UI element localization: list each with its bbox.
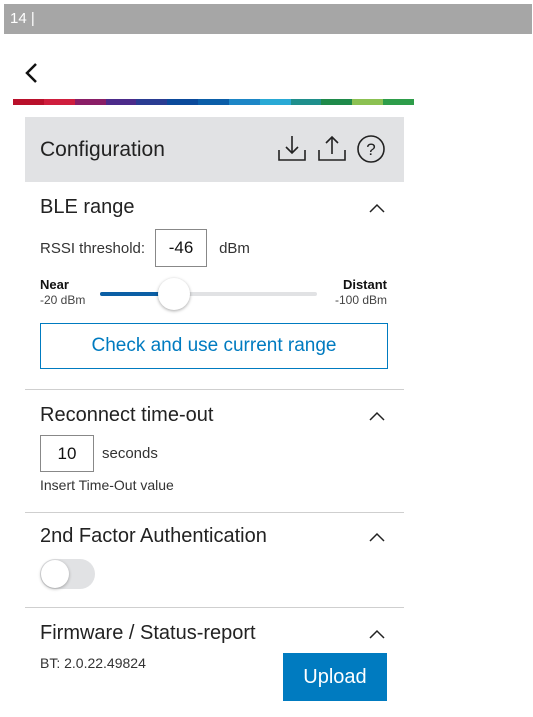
rssi-threshold-input[interactable]: -46 <box>155 229 208 267</box>
two-factor-title: 2nd Factor Authentication <box>40 525 267 547</box>
stripe-segment <box>105 99 137 105</box>
upload-icon[interactable] <box>316 134 348 164</box>
chevron-up-icon[interactable] <box>368 628 386 640</box>
two-factor-toggle[interactable] <box>40 559 95 589</box>
page-header: 14 | <box>4 4 532 34</box>
configuration-panel: Configuration ? BLE range RSSI threshold… <box>25 117 404 390</box>
stripe-segment <box>43 99 75 105</box>
rssi-threshold-label: RSSI threshold: <box>40 239 146 257</box>
chevron-up-icon[interactable] <box>368 410 386 422</box>
near-label: Near <box>40 277 69 292</box>
two-factor-section: 2nd Factor Authentication <box>25 512 404 607</box>
chevron-left-icon <box>25 63 37 83</box>
rssi-slider[interactable] <box>100 278 317 310</box>
stripe-segment <box>13 99 44 105</box>
download-icon[interactable] <box>276 134 308 164</box>
ble-range-title: BLE range <box>40 196 135 218</box>
firmware-title: Firmware / Status-report <box>40 622 256 644</box>
firmware-section: Firmware / Status-report BT: 2.0.22.4982… <box>25 607 404 702</box>
stripe-segment <box>167 99 199 105</box>
chevron-up-icon[interactable] <box>368 531 386 543</box>
timeout-input[interactable]: 10 <box>40 435 94 472</box>
rssi-unit-label: dBm <box>219 239 250 257</box>
near-value: -20 dBm <box>40 293 86 307</box>
timeout-hint: Insert Time-Out value <box>40 477 174 493</box>
back-button[interactable] <box>22 60 44 88</box>
rssi-slider-thumb[interactable] <box>157 278 190 310</box>
stripe-segment <box>352 99 384 105</box>
page-number: 14 | <box>10 10 35 27</box>
stripe-segment <box>136 99 168 105</box>
stripe-segment <box>259 99 291 105</box>
help-icon[interactable]: ? <box>356 134 386 164</box>
stripe-segment <box>74 99 106 105</box>
stripe-segment <box>321 99 353 105</box>
stripe-segment <box>228 99 260 105</box>
distant-value: -100 dBm <box>334 293 387 307</box>
svg-text:?: ? <box>366 140 375 159</box>
toggle-knob <box>41 560 69 588</box>
reconnect-timeout-section: Reconnect time-out 10 seconds Insert Tim… <box>25 389 404 512</box>
ble-range-section: BLE range RSSI threshold: -46 dBm Near -… <box>25 182 404 390</box>
distant-label: Distant <box>342 277 387 292</box>
brand-color-stripe <box>13 99 414 105</box>
reconnect-timeout-title: Reconnect time-out <box>40 404 214 426</box>
stripe-segment <box>198 99 229 105</box>
stripe-segment <box>290 99 322 105</box>
configuration-title: Configuration <box>40 137 165 161</box>
timeout-unit-label: seconds <box>102 445 158 462</box>
chevron-up-icon[interactable] <box>368 202 386 214</box>
bt-version: BT: 2.0.22.49824 <box>40 655 146 671</box>
stripe-segment <box>383 99 414 105</box>
upload-button[interactable]: Upload <box>283 653 387 701</box>
check-range-button[interactable]: Check and use current range <box>40 323 388 369</box>
configuration-header: Configuration ? <box>25 117 404 182</box>
